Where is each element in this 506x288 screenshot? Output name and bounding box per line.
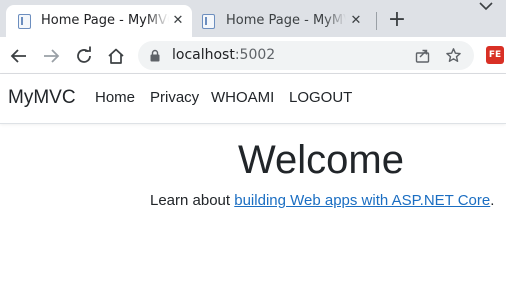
tab-title: Home Page - MyMVC	[41, 13, 169, 28]
address-bar[interactable]: localhost:5002	[138, 41, 474, 70]
tab-home-page-active[interactable]: Home Page - MyMVC ✕	[6, 5, 192, 37]
nav-link-logout[interactable]: LOGOUT	[289, 88, 352, 108]
url-port: :5002	[234, 47, 276, 63]
page-heading: Welcome	[238, 138, 404, 182]
intro-suffix: .	[490, 192, 495, 209]
reload-icon[interactable]	[73, 45, 95, 67]
lock-icon[interactable]	[150, 49, 160, 62]
forward-arrow-icon	[44, 49, 60, 63]
brand-link[interactable]: MyMVC	[8, 86, 76, 110]
extension-icon[interactable]: FE	[486, 46, 504, 64]
tab-separator	[376, 12, 377, 30]
home-icon[interactable]	[105, 45, 127, 67]
intro-text: Learn about building Web apps with ASP.N…	[150, 191, 494, 211]
nav-link-home[interactable]: Home	[95, 88, 135, 108]
share-icon[interactable]	[414, 47, 431, 64]
plus-icon[interactable]: +	[386, 9, 408, 32]
browser-toolbar: localhost:5002 FE	[0, 37, 506, 74]
back-arrow-icon[interactable]	[8, 45, 30, 67]
page-favicon-icon	[18, 14, 31, 29]
star-icon[interactable]	[445, 47, 462, 64]
close-icon[interactable]: ✕	[348, 13, 364, 29]
tab-title: Home Page - MyMVC	[226, 13, 346, 28]
tab-strip: Home Page - MyMVC ✕ Home Page - MyMVC ✕ …	[0, 0, 506, 37]
intro-prefix: Learn about	[150, 192, 235, 209]
aspnet-docs-link[interactable]: building Web apps with ASP.NET Core	[234, 192, 490, 209]
url-text: localhost:5002	[172, 46, 275, 64]
chevron-down-icon[interactable]	[476, 0, 496, 14]
site-navbar: MyMVC Home Privacy WHOAMI LOGOUT	[0, 74, 506, 124]
nav-link-whoami[interactable]: WHOAMI	[211, 88, 274, 108]
close-icon[interactable]: ✕	[170, 13, 186, 29]
page-favicon-icon	[202, 14, 215, 29]
url-host: localhost	[172, 47, 235, 63]
nav-link-privacy[interactable]: Privacy	[150, 88, 199, 108]
tab-home-page-inactive[interactable]: Home Page - MyMVC ✕	[194, 5, 370, 37]
